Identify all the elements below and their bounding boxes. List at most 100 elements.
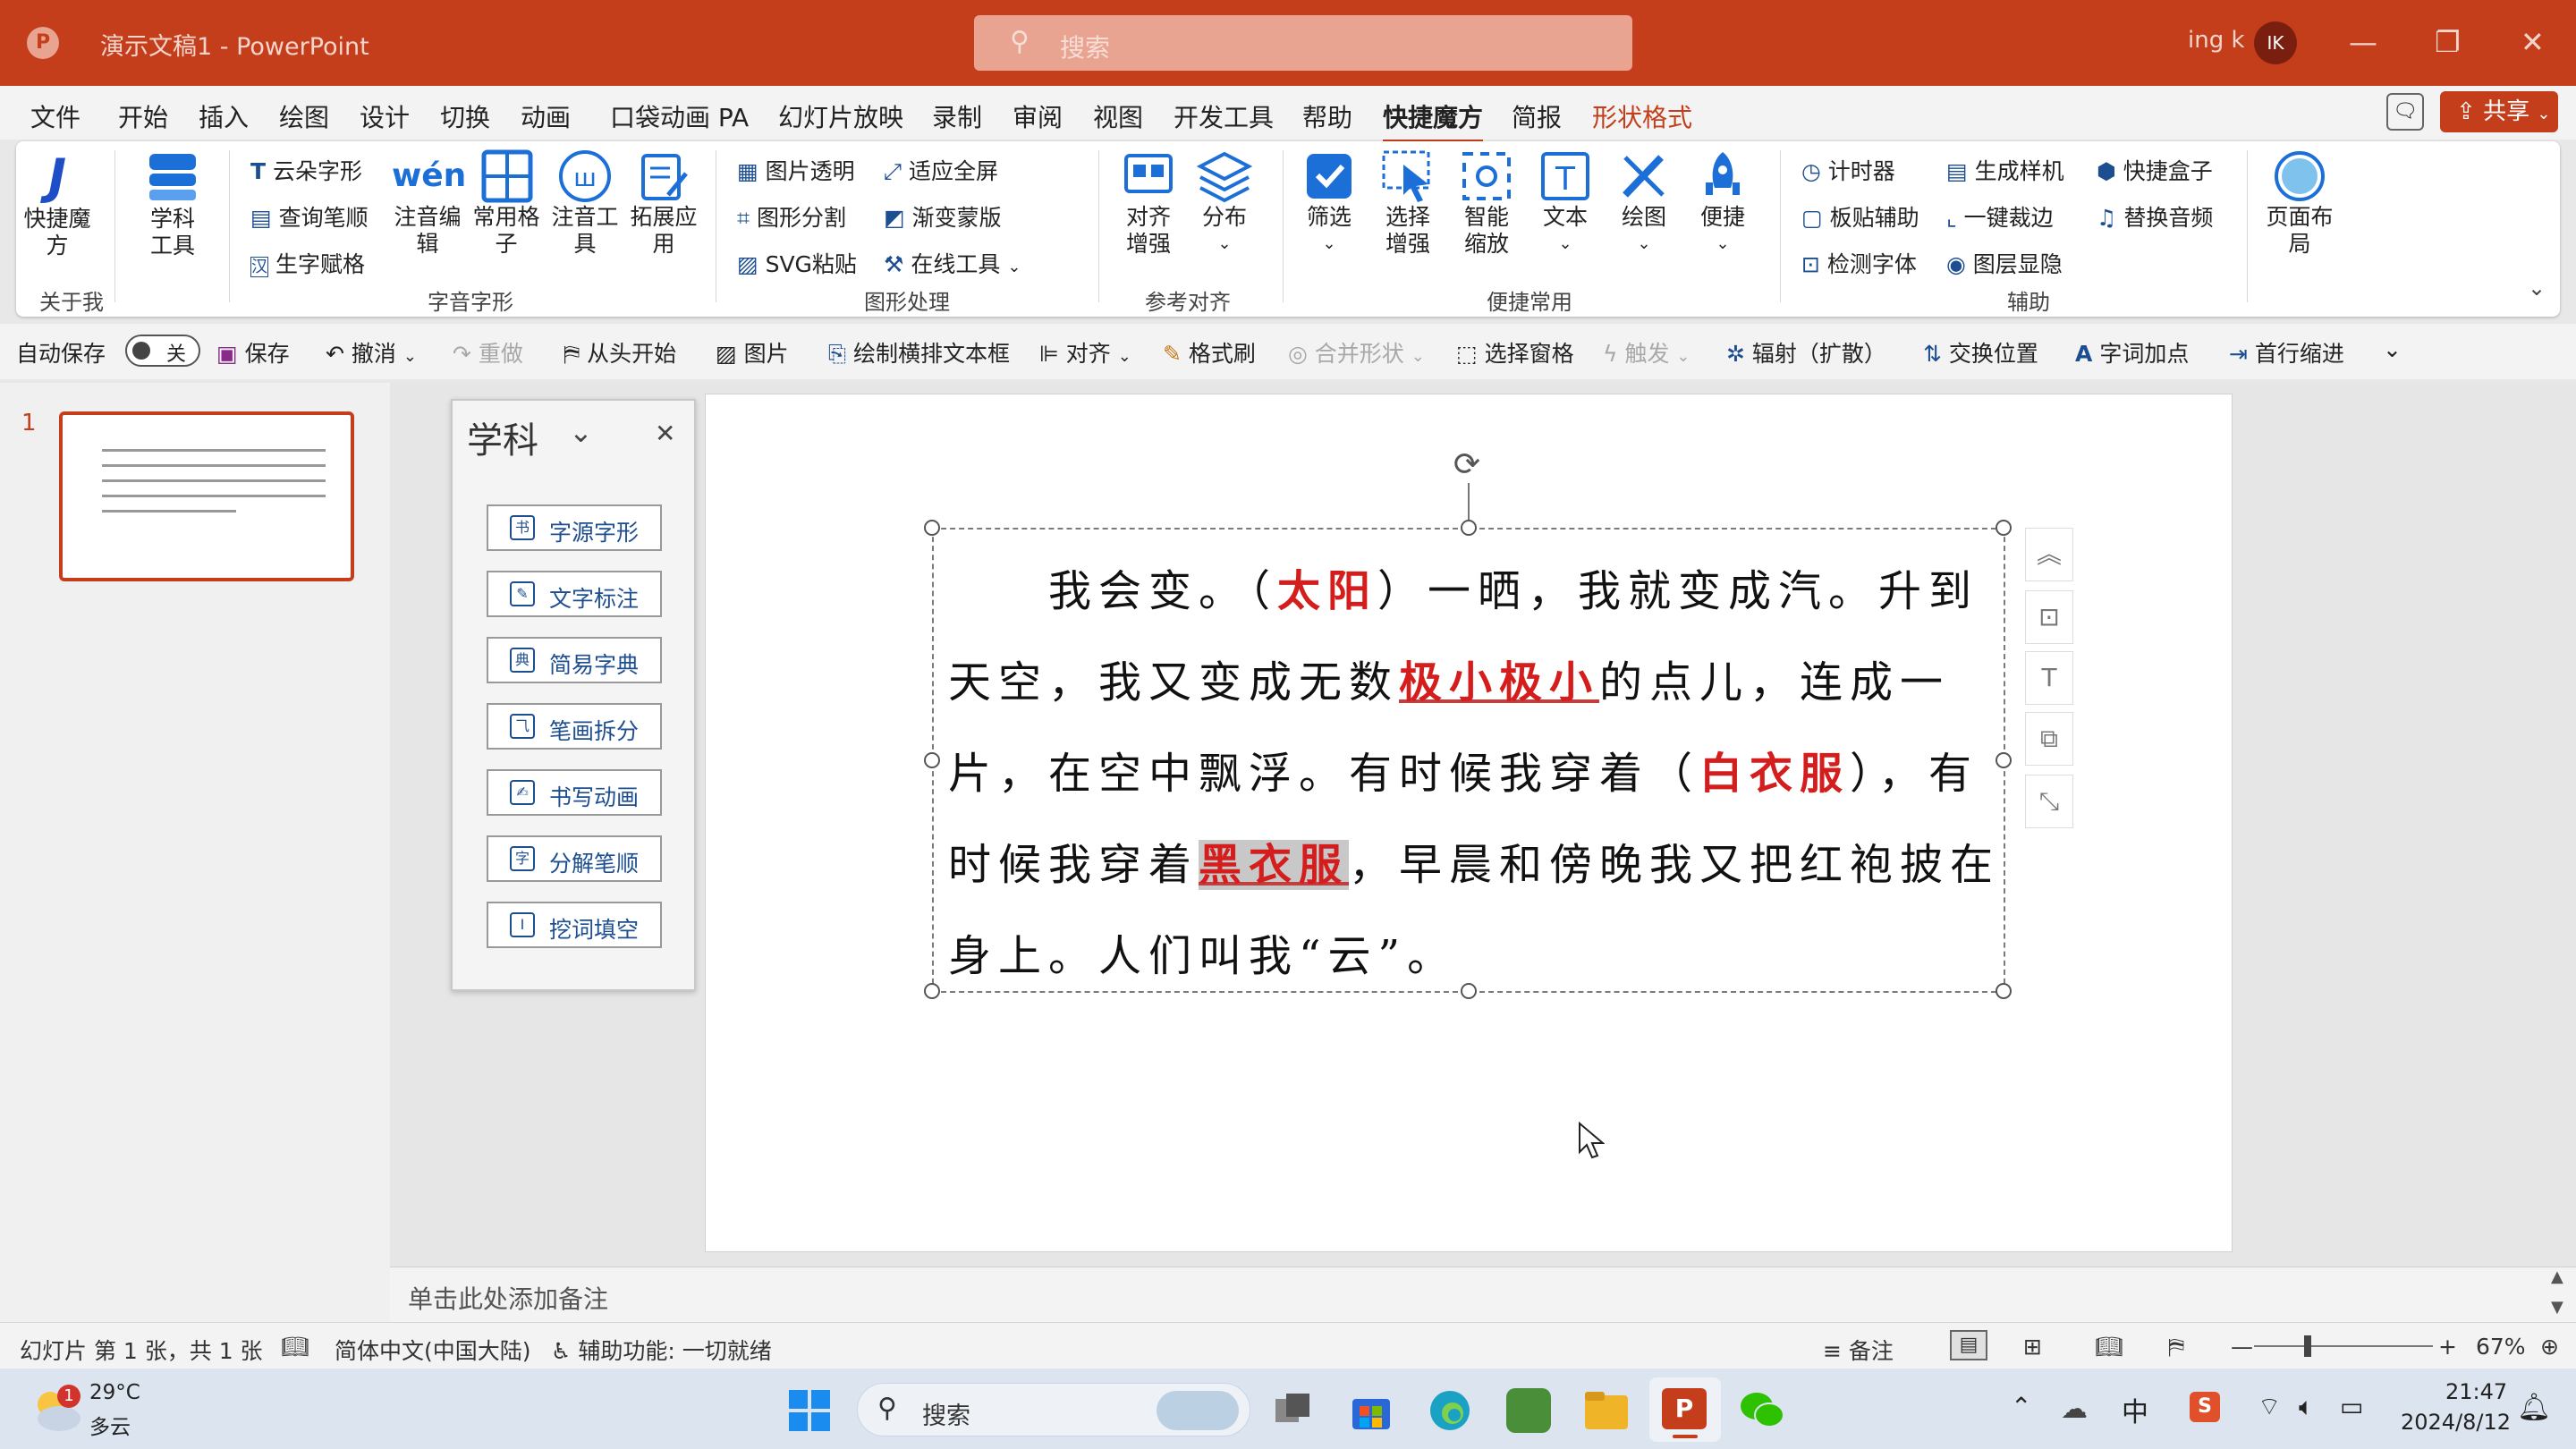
notification-bell-icon[interactable]: 🔔︎ <box>2517 1392 2551 1423</box>
resize-handle[interactable] <box>924 520 940 536</box>
accessibility-status[interactable]: ♿︎ 辅助功能: 一切就绪 <box>551 1334 772 1366</box>
menu-animations[interactable]: 动画 <box>521 98 571 134</box>
zhuyin-bianji-button[interactable]: wén 注音编 辑 <box>392 148 466 258</box>
chaxun-bishun-button[interactable]: ▤ 查询笔顺 <box>250 200 369 233</box>
wifi-icon[interactable]: ⌔ <box>2258 1392 2281 1423</box>
svg-paste-button[interactable]: ▨ SVG粘贴 <box>737 247 857 279</box>
menu-record[interactable]: 录制 <box>932 98 982 134</box>
kuaijie-hezi-button[interactable]: ⬢ 快捷盒子 <box>2097 154 2213 186</box>
zoom-slider-thumb[interactable] <box>2304 1335 2311 1357</box>
windows-start-icon[interactable] <box>789 1390 830 1431</box>
waci-tiankong-button[interactable]: I 挖词填空 <box>487 902 662 948</box>
comments-icon[interactable]: 🗨 <box>2386 93 2424 131</box>
emphasis-dot-button[interactable]: A 字词加点 <box>2075 336 2189 369</box>
resize-handle[interactable] <box>1996 520 2012 536</box>
trigger-button[interactable]: ϟ 触发 ⌄ <box>1603 336 1690 369</box>
picture-button[interactable]: ▨ 图片 <box>716 336 789 369</box>
yunduo-zixing-button[interactable]: T 云朵字形 <box>250 154 362 186</box>
zaixian-gongju-button[interactable]: ⚒ 在线工具 ⌄ <box>884 247 1021 279</box>
reading-view-icon[interactable]: 📖︎ <box>2095 1334 2123 1360</box>
selected-textbox[interactable]: 我会变。（太阳）一晒，我就变成汽。升到天空，我又变成无数极小极小的点儿，连成一片… <box>924 520 2012 999</box>
close-icon[interactable]: ✕ <box>655 419 675 448</box>
weather-icon[interactable]: 1 <box>30 1385 84 1435</box>
yemian-buju-button[interactable]: 页面布 局 <box>2261 148 2338 258</box>
jiance-ziti-button[interactable]: ⊡ 检测字体 <box>1801 247 1917 279</box>
autosave-toggle[interactable]: 关 <box>125 335 200 367</box>
game-app-icon[interactable] <box>1506 1388 1551 1433</box>
jianyi-zidian-button[interactable]: 典简易字典 <box>487 637 662 683</box>
spell-check-icon[interactable]: 📖︎ <box>281 1334 309 1360</box>
resize-handle[interactable] <box>924 752 940 768</box>
minimize-icon[interactable]: — <box>2349 25 2377 59</box>
swap-position-button[interactable]: ⇅ 交换位置 <box>1923 336 2038 369</box>
selection-pane-button[interactable]: ⬚ 选择窗格 <box>1456 336 1574 369</box>
menu-slideshow[interactable]: 幻灯片放映 <box>778 98 903 134</box>
rotate-handle-icon[interactable]: ⟳ <box>1449 447 1485 483</box>
edge-browser-icon[interactable] <box>1428 1388 1472 1433</box>
align-button[interactable]: ⊫ 对齐 ⌄ <box>1039 336 1131 369</box>
sogou-icon[interactable]: S <box>2190 1392 2220 1422</box>
language-indicator[interactable]: 简体中文(中国大陆) <box>335 1334 531 1366</box>
normal-view-icon[interactable]: ▤ <box>1950 1330 1987 1360</box>
zoom-slider[interactable] <box>2254 1335 2433 1357</box>
menu-draw[interactable]: 绘图 <box>279 98 329 134</box>
tuxing-fenge-button[interactable]: ⌗ 图形分割 <box>737 200 846 233</box>
share-button[interactable]: ⇪ 共享 ⌄ <box>2440 91 2558 132</box>
clock-time[interactable]: 21:47 <box>2445 1379 2507 1404</box>
slide-thumbnail[interactable] <box>59 411 354 581</box>
format-painter-button[interactable]: ✎ 格式刷 <box>1163 336 1256 369</box>
ziyuan-zixing-button[interactable]: 书字源字形 <box>487 504 662 551</box>
user-name[interactable]: ing k <box>2188 27 2245 54</box>
shaixuan-button[interactable]: 筛选 ⌄ <box>1293 148 1365 258</box>
fenbu-button[interactable]: 分布 ⌄ <box>1193 148 1256 258</box>
zoom-out-icon[interactable]: — <box>2231 1334 2253 1360</box>
menu-insert[interactable]: 插入 <box>199 98 249 134</box>
from-start-button[interactable]: ⛿ 从头开始 <box>564 336 676 369</box>
zhuyin-gongju-button[interactable]: ш 注音工 具 <box>549 148 621 258</box>
slideshow-icon[interactable]: ⛿ <box>2168 1334 2184 1360</box>
battery-icon[interactable]: ▭ <box>2340 1392 2363 1421</box>
kuaijie-mofang-button[interactable]: J 快捷魔 方 <box>21 148 93 259</box>
resize-handle[interactable] <box>1461 520 1477 536</box>
draw-textbox-button[interactable]: ⎘ 绘制横排文本框 <box>828 336 1010 369</box>
shengzi-fuge-button[interactable]: 汉 生字赋格 <box>250 247 365 279</box>
avatar[interactable]: IK <box>2254 21 2297 64</box>
arrange-icon[interactable]: ⧉ <box>2025 712 2073 766</box>
tuozhan-yingyong-button[interactable]: 拓展应 用 <box>628 148 699 258</box>
yijian-caibian-button[interactable]: ⌞ 一键裁边 <box>1946 200 2054 233</box>
clock-date[interactable]: 2024/8/12 <box>2401 1410 2511 1435</box>
wenzi-biaozhu-button[interactable]: ✎ 文字标注 <box>487 571 662 617</box>
bantie-fuzhu-button[interactable]: ▢ 板贴辅助 <box>1801 200 1919 233</box>
restore-icon[interactable]: ❐ <box>2435 25 2461 59</box>
fenjie-bishun-button[interactable]: 字分解笔顺 <box>487 835 662 882</box>
shuxie-donghua-button[interactable]: ✍ 书写动画 <box>487 769 662 816</box>
huitu-button[interactable]: 绘图 ⌄ <box>1608 148 1680 258</box>
menu-brief[interactable]: 简报 <box>1512 98 1562 134</box>
resize-icon[interactable]: ⤡ <box>2025 775 2073 828</box>
chevron-up-icon[interactable]: ⌃ <box>2011 1392 2031 1421</box>
ime-indicator[interactable]: 中 <box>2122 1390 2148 1429</box>
collapse-ribbon-icon[interactable]: ⌄ <box>2528 275 2546 301</box>
menu-view[interactable]: 视图 <box>1093 98 1143 134</box>
menu-pocket-animation[interactable]: 口袋动画 PA <box>610 98 749 134</box>
jianbian-mengban-button[interactable]: ◩ 渐变蒙版 <box>884 200 1002 233</box>
wenben-button[interactable]: T 文本 ⌄ <box>1530 148 1601 258</box>
tihuan-yinpin-button[interactable]: ♫ 替换音频 <box>2097 200 2213 233</box>
undo-button[interactable]: ↶ 撤消 ⌄ <box>326 336 417 369</box>
slide-sorter-icon[interactable]: ⊞ <box>2023 1334 2042 1360</box>
menu-help[interactable]: 帮助 <box>1302 98 1352 134</box>
text-format-icon[interactable]: T <box>2025 651 2073 705</box>
shengcheng-yangji-button[interactable]: ▤ 生成样机 <box>1946 154 2064 186</box>
tuceng-xianyin-button[interactable]: ◉ 图层显隐 <box>1946 247 2063 279</box>
redo-button[interactable]: ↷ 重做 <box>453 336 523 369</box>
taskbar-search[interactable]: ⚲ 搜索 <box>857 1383 1250 1436</box>
notes-button[interactable]: ≡ 备注 <box>1823 1334 1894 1366</box>
radiate-button[interactable]: ✲ 辐射（扩散） <box>1726 336 1886 369</box>
powerpoint-taskbar-icon[interactable]: P <box>1649 1377 1721 1442</box>
close-icon[interactable]: ✕ <box>2521 25 2545 59</box>
microsoft-store-icon[interactable] <box>1351 1390 1392 1431</box>
scroll-up-icon[interactable]: ▲ <box>2551 1267 2563 1286</box>
collapse-up-icon[interactable]: ︽ <box>2025 528 2073 581</box>
menu-review[interactable]: 审阅 <box>1013 98 1063 134</box>
menu-file[interactable]: 文件 <box>30 98 80 134</box>
